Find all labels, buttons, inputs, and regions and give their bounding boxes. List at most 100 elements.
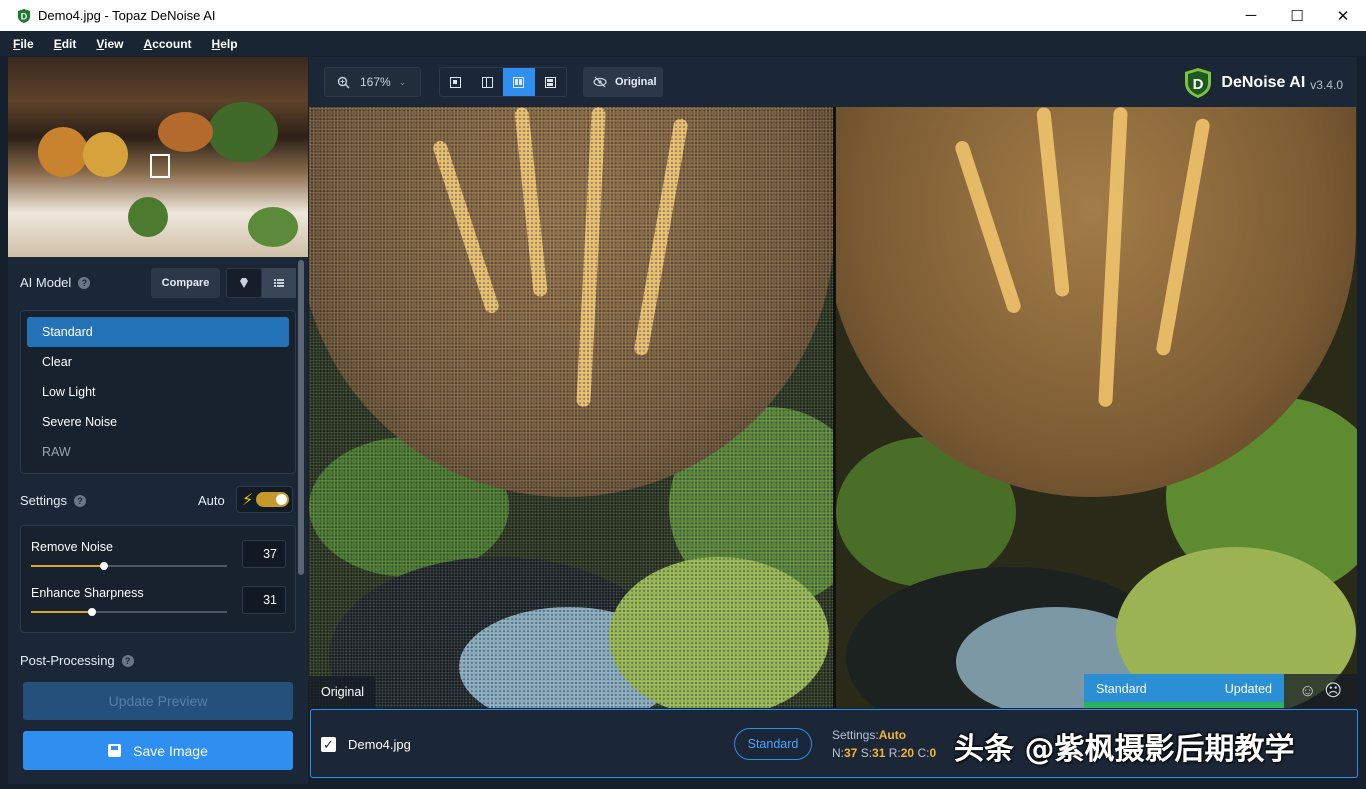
neutral-face-icon[interactable]: ☹: [1324, 681, 1342, 701]
navigator-viewport-box[interactable]: [150, 154, 170, 178]
model-item-clear[interactable]: Clear: [27, 347, 289, 377]
enhance-sharpness-label: Enhance Sharpness: [31, 586, 144, 600]
update-preview-button[interactable]: Update Preview: [23, 682, 293, 720]
brand-name: DeNoise AI: [1221, 74, 1306, 91]
app-window: D Demo4.jpg - Topaz DeNoise AI ─ ☐ ✕ Fil…: [0, 0, 1366, 789]
remove-noise-slider[interactable]: [31, 562, 227, 570]
toggle-track: [256, 492, 290, 507]
minimize-icon: ─: [1245, 7, 1257, 24]
split-view-button[interactable]: [472, 68, 504, 96]
chevron-down-icon: ⌄: [398, 76, 407, 87]
settings-mode: Auto: [878, 728, 907, 742]
save-image-button[interactable]: Save Image: [23, 731, 293, 770]
menu-file[interactable]: File: [8, 37, 34, 51]
noise-label: N:: [832, 746, 844, 760]
diamond-icon: [240, 278, 248, 288]
file-checkbox[interactable]: ✓: [321, 737, 336, 752]
model-item-standard[interactable]: Standard: [27, 317, 289, 347]
toggle-knob: [276, 494, 288, 505]
noise-value: 37: [844, 746, 858, 760]
model-list-tab[interactable]: [262, 268, 296, 298]
zoom-value: 167%: [360, 75, 391, 89]
model-item-raw[interactable]: RAW: [27, 437, 289, 467]
help-icon[interactable]: ?: [73, 494, 86, 507]
window-title: Demo4.jpg - Topaz DeNoise AI: [38, 8, 216, 23]
preview-noise-overlay: [309, 107, 833, 708]
thumbnail-basket: [158, 112, 213, 152]
lightning-icon: ⚡: [242, 491, 254, 509]
post-processing-label: Post-Processing: [20, 653, 115, 668]
compare-button[interactable]: Compare: [151, 268, 220, 298]
model-info-tab[interactable]: [226, 268, 262, 298]
settings-label: Settings: [20, 493, 67, 508]
split-view-icon: [481, 76, 493, 88]
view-mode-group: [439, 67, 567, 97]
model-item-low-light[interactable]: Low Light: [27, 377, 289, 407]
list-icon: [274, 279, 284, 287]
save-icon: [108, 744, 122, 757]
menu-bar: File Edit View Account Help: [0, 31, 1366, 56]
help-icon[interactable]: ?: [121, 654, 134, 667]
color-label: C:: [917, 746, 930, 760]
original-tag: Original: [309, 676, 375, 708]
help-icon[interactable]: ?: [78, 276, 91, 289]
thumbnail-plant: [208, 102, 278, 162]
slider-fill: [31, 611, 92, 613]
eye-slash-icon: [593, 76, 607, 88]
zoom-icon: [337, 76, 350, 88]
ai-model-label: AI Model: [20, 275, 72, 290]
feedback-group: ☺ ☹: [1284, 674, 1357, 708]
slider-knob[interactable]: [99, 562, 108, 570]
maximize-button[interactable]: ☐: [1274, 0, 1320, 31]
brand: D DeNoise AI v3.4.0: [1181, 66, 1343, 100]
sharpness-label: S:: [860, 746, 873, 760]
menu-help[interactable]: Help: [207, 37, 238, 51]
model-view-toggle: [226, 268, 296, 298]
side-by-side-view-button[interactable]: [503, 68, 535, 96]
menu-edit[interactable]: Edit: [49, 37, 77, 51]
comparison-view-button[interactable]: [535, 68, 567, 96]
left-panel: AI Model ? Compare Standard Clear Low Li…: [8, 57, 308, 784]
processed-status-tag: Standard Updated: [1084, 674, 1284, 708]
processed-preview[interactable]: [836, 107, 1357, 708]
title-bar: D Demo4.jpg - Topaz DeNoise AI ─ ☐ ✕: [0, 0, 1366, 31]
original-button[interactable]: Original: [583, 67, 663, 97]
single-view-button[interactable]: [440, 68, 472, 96]
navigator-thumbnail[interactable]: [8, 57, 308, 257]
recover-value: 20: [900, 746, 915, 760]
smile-icon[interactable]: ☺: [1299, 681, 1316, 701]
sidebar-scrollbar[interactable]: [298, 260, 304, 575]
remove-noise-value[interactable]: 37: [242, 540, 286, 568]
auto-label: Auto: [198, 493, 225, 508]
enhance-sharpness-value[interactable]: 31: [242, 586, 286, 614]
auto-toggle[interactable]: ⚡: [236, 486, 293, 513]
original-preview[interactable]: [309, 107, 833, 708]
menu-account[interactable]: Account: [139, 37, 192, 51]
thumbnail-basket: [38, 127, 88, 177]
svg-text:D: D: [1193, 76, 1204, 93]
watermark-text: 头条 @紫枫摄影后期教学: [954, 732, 1295, 767]
slider-fill: [31, 565, 104, 567]
sharpness-value: 31: [872, 746, 886, 760]
original-label: Original: [615, 76, 657, 88]
save-image-label: Save Image: [133, 742, 208, 759]
enhance-sharpness-slider[interactable]: [31, 608, 227, 616]
model-list: Standard Clear Low Light Severe Noise RA…: [20, 310, 296, 474]
file-name: Demo4.jpg: [348, 737, 411, 752]
recover-label: R:: [888, 746, 901, 760]
single-view-icon: [450, 76, 462, 88]
menu-view[interactable]: View: [91, 37, 123, 51]
minimize-button[interactable]: ─: [1228, 0, 1274, 31]
top-toolbar: 167% ⌄ Original D DeNoise AI v3.4.0: [309, 57, 1357, 107]
slider-knob[interactable]: [87, 608, 96, 616]
zoom-dropdown[interactable]: 167% ⌄: [324, 67, 421, 97]
model-item-severe-noise[interactable]: Severe Noise: [27, 407, 289, 437]
thumbnail-plant: [128, 197, 168, 237]
svg-text:D: D: [21, 11, 28, 21]
file-settings-summary: Settings:Auto N:37 S:31 R:20 C:0: [832, 726, 936, 762]
file-model-badge[interactable]: Standard: [734, 728, 812, 760]
close-icon: ✕: [1336, 7, 1350, 25]
remove-noise-label: Remove Noise: [31, 540, 113, 554]
settings-prefix: Settings:: [832, 728, 879, 742]
close-button[interactable]: ✕: [1320, 0, 1366, 31]
